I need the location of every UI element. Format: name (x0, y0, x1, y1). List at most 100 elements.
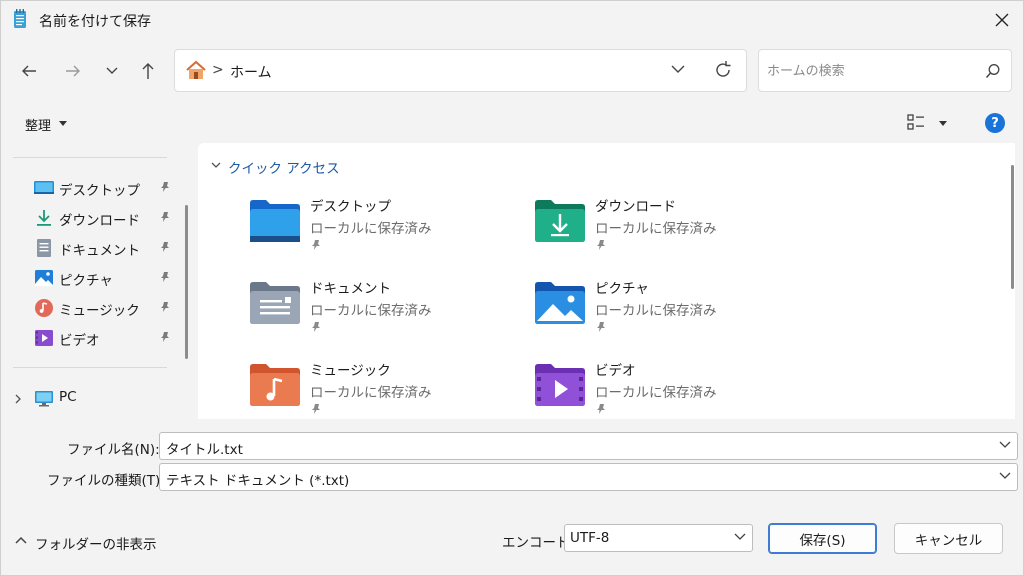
tile-status: ローカルに保存済み (595, 385, 717, 401)
pin-icon (161, 182, 169, 192)
navigation-scrollbar[interactable] (185, 205, 188, 359)
tile-documents[interactable]: ドキュメント ローカルに保存済み (248, 277, 508, 347)
save-button[interactable]: 保存(S) (768, 523, 877, 554)
close-icon (995, 13, 1009, 27)
organize-button[interactable]: 整理 (25, 115, 51, 134)
pin-icon (161, 242, 169, 252)
help-button[interactable]: ? (985, 113, 1005, 133)
hide-folders-button[interactable]: フォルダーの非表示 (35, 533, 157, 553)
music-folder-icon (250, 364, 300, 406)
breadcrumb-home[interactable]: ホーム (230, 62, 272, 82)
forward-button[interactable] (56, 53, 90, 89)
tile-status: ローカルに保存済み (310, 221, 432, 237)
tile-name: ミュージック (310, 363, 391, 379)
quick-access-header[interactable]: クイック アクセス (228, 157, 340, 177)
pin-icon (597, 404, 605, 414)
address-bar[interactable]: > ホーム (174, 49, 747, 92)
tile-pictures[interactable]: ピクチャ ローカルに保存済み (533, 277, 793, 347)
recent-locations-button[interactable] (95, 53, 129, 89)
title-bar: 名前を付けて保存 (1, 1, 1023, 39)
pin-icon (161, 332, 169, 342)
sidebar-item-label: ドキュメント (59, 243, 140, 259)
tile-status: ローカルに保存済み (310, 385, 432, 401)
sidebar-item-videos[interactable]: ビデオ (34, 326, 174, 350)
search-input[interactable] (767, 60, 977, 82)
download-folder-icon (535, 200, 585, 242)
up-button[interactable] (131, 53, 165, 89)
sidebar-item-label: ピクチャ (59, 273, 113, 289)
pin-icon (161, 302, 169, 312)
divider (13, 157, 167, 158)
desktop-icon (34, 181, 54, 194)
navigation-pane: デスクトップ ダウンロード ドキュメント ピクチャ ミュージック ビデオ PC (1, 143, 197, 419)
divider (13, 367, 167, 368)
sidebar-item-music[interactable]: ミュージック (34, 296, 174, 320)
chevron-down-icon (106, 67, 118, 74)
filename-label: ファイル名(N): (67, 442, 160, 458)
content-area: クイック アクセス デスクトップ ローカルに保存済み ダウンロード ローカルに保… (198, 143, 1015, 419)
view-options-icon[interactable] (907, 113, 925, 131)
arrow-left-icon (22, 65, 36, 77)
sidebar-item-desktop[interactable]: デスクトップ (34, 176, 174, 200)
chevron-down-icon[interactable] (210, 161, 222, 169)
tile-downloads[interactable]: ダウンロード ローカルに保存済み (533, 195, 793, 265)
arrow-up-icon (142, 63, 154, 79)
close-button[interactable] (985, 4, 1019, 36)
pin-icon (161, 212, 169, 222)
tile-name: ダウンロード (595, 199, 676, 215)
content-scrollbar[interactable] (1011, 165, 1014, 289)
sidebar-item-label: ビデオ (59, 333, 100, 349)
chevron-down-icon (734, 533, 746, 540)
sidebar-item-pc[interactable]: PC (34, 386, 174, 410)
view-dropdown-icon[interactable] (939, 121, 947, 126)
sidebar-item-downloads[interactable]: ダウンロード (34, 206, 174, 230)
search-icon (985, 64, 1000, 78)
tile-status: ローカルに保存済み (595, 221, 717, 237)
chevron-down-icon[interactable] (999, 472, 1011, 480)
tile-videos[interactable]: ビデオ ローカルに保存済み (533, 359, 793, 419)
sidebar-item-label: デスクトップ (59, 183, 140, 199)
tile-music[interactable]: ミュージック ローカルに保存済み (248, 359, 508, 419)
command-bar: 整理 (1, 103, 1023, 143)
pin-icon (312, 404, 320, 414)
chevron-up-icon[interactable] (15, 533, 27, 549)
desktop-folder-icon (250, 200, 300, 242)
home-icon (186, 60, 206, 79)
download-icon (37, 210, 51, 226)
encoding-select[interactable]: UTF-8 (564, 524, 753, 552)
back-button[interactable] (12, 53, 46, 89)
notepad-icon (14, 9, 26, 28)
filename-value[interactable]: タイトル.txt (166, 438, 243, 458)
sidebar-item-label: ダウンロード (59, 213, 140, 229)
filetype-value: テキスト ドキュメント (*.txt) (166, 473, 350, 489)
pin-icon (161, 272, 169, 282)
picture-folder-icon (535, 282, 585, 324)
address-dropdown-icon[interactable] (671, 62, 685, 76)
pin-icon (312, 322, 320, 332)
sidebar-item-documents[interactable]: ドキュメント (34, 236, 174, 260)
sidebar-item-pictures[interactable]: ピクチャ (34, 266, 174, 290)
encoding-value: UTF-8 (570, 530, 610, 546)
refresh-icon[interactable] (713, 60, 733, 80)
tile-name: デスクトップ (310, 199, 391, 215)
pc-icon (35, 391, 53, 407)
search-box[interactable] (758, 49, 1012, 92)
filetype-select[interactable]: テキスト ドキュメント (*.txt) (159, 463, 1018, 491)
picture-icon (35, 270, 53, 286)
music-icon (35, 299, 53, 317)
pin-icon (312, 240, 320, 250)
cancel-button[interactable]: キャンセル (894, 523, 1003, 554)
sidebar-item-label: PC (59, 389, 77, 405)
tile-name: ビデオ (595, 363, 636, 379)
save-as-dialog: 名前を付けて保存 > ホーム 整理 (0, 0, 1024, 576)
chevron-right-icon[interactable] (13, 393, 23, 405)
filetype-label: ファイルの種類(T): (47, 473, 165, 489)
tile-desktop[interactable]: デスクトップ ローカルに保存済み (248, 195, 508, 265)
tile-status: ローカルに保存済み (595, 303, 717, 319)
document-folder-icon (250, 282, 300, 324)
caret-down-icon (59, 121, 67, 126)
arrow-right-icon (66, 65, 80, 77)
video-folder-icon (535, 364, 585, 406)
chevron-down-icon[interactable] (999, 441, 1011, 449)
filename-field[interactable]: タイトル.txt (159, 432, 1018, 460)
